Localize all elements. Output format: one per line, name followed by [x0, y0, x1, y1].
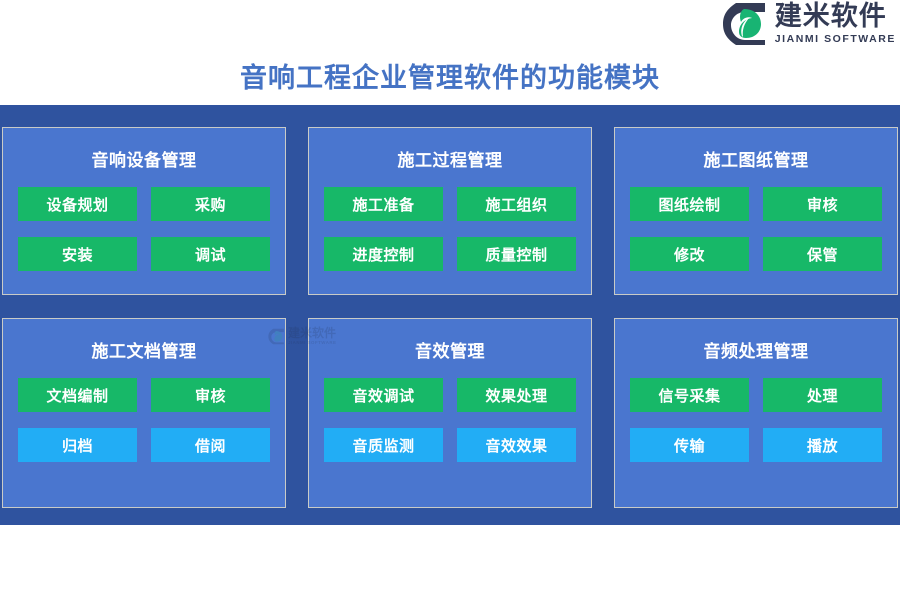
modules-grid: 音响设备管理 设备规划 采购 安装 调试 施工过程管理 施工准备 施工组织 进度…: [2, 127, 898, 508]
module-button[interactable]: 传输: [630, 428, 749, 462]
module-card: 音频处理管理 信号采集 处理 传输 播放: [614, 318, 898, 508]
module-button-grid: 信号采集 处理 传输 播放: [630, 378, 882, 462]
module-button-grid: 设备规划 采购 安装 调试: [18, 187, 270, 271]
brand-logo: 建米软件 JIANMI SOFTWARE: [722, 2, 896, 46]
module-button[interactable]: 归档: [18, 428, 137, 462]
module-button[interactable]: 施工准备: [324, 187, 443, 221]
module-button[interactable]: 进度控制: [324, 237, 443, 271]
module-button[interactable]: 质量控制: [457, 237, 576, 271]
module-card: 施工图纸管理 图纸绘制 审核 修改 保管: [614, 127, 898, 295]
module-card-title: 施工文档管理: [91, 342, 197, 362]
module-button[interactable]: 安装: [18, 237, 137, 271]
module-button[interactable]: 修改: [630, 237, 749, 271]
module-card-title: 音响设备管理: [91, 151, 197, 171]
module-button-grid: 文档编制 审核 归档 借阅: [18, 378, 270, 462]
module-button[interactable]: 施工组织: [457, 187, 576, 221]
module-button-grid: 施工准备 施工组织 进度控制 质量控制: [324, 187, 576, 271]
page-header: 建米软件 JIANMI SOFTWARE 音响工程企业管理软件的功能模块: [0, 0, 900, 105]
brand-name-cn: 建米软件: [774, 1, 887, 33]
module-card-title: 施工过程管理: [397, 151, 503, 171]
module-card-title: 音效管理: [415, 342, 485, 362]
module-button[interactable]: 审核: [151, 378, 270, 412]
brand-wordmark: 建米软件 JIANMI SOFTWARE: [775, 3, 896, 45]
module-button[interactable]: 审核: [763, 187, 882, 221]
module-card-title: 施工图纸管理: [703, 151, 809, 171]
module-button[interactable]: 音效调试: [324, 378, 443, 412]
module-button[interactable]: 采购: [151, 187, 270, 221]
module-button[interactable]: 信号采集: [630, 378, 749, 412]
module-button[interactable]: 音效效果: [457, 428, 576, 462]
module-card: 施工文档管理 文档编制 审核 归档 借阅: [2, 318, 286, 508]
module-card: 音响设备管理 设备规划 采购 安装 调试: [2, 127, 286, 295]
jianmi-hexagon-leaf-logo-icon: [722, 3, 765, 45]
module-button[interactable]: 音质监测: [324, 428, 443, 462]
module-button[interactable]: 调试: [151, 237, 270, 271]
module-button[interactable]: 图纸绘制: [630, 187, 749, 221]
module-button[interactable]: 文档编制: [18, 378, 137, 412]
module-card: 施工过程管理 施工准备 施工组织 进度控制 质量控制: [308, 127, 592, 295]
page-title: 音响工程企业管理软件的功能模块: [240, 63, 660, 94]
module-button[interactable]: 播放: [763, 428, 882, 462]
footer-whitespace: [0, 525, 900, 600]
module-button[interactable]: 处理: [763, 378, 882, 412]
module-button[interactable]: 设备规划: [18, 187, 137, 221]
module-button-grid: 图纸绘制 审核 修改 保管: [630, 187, 882, 271]
module-button-grid: 音效调试 效果处理 音质监测 音效效果: [324, 378, 576, 462]
module-button[interactable]: 借阅: [151, 428, 270, 462]
module-card: 音效管理 音效调试 效果处理 音质监测 音效效果: [308, 318, 592, 508]
module-card-title: 音频处理管理: [703, 342, 809, 362]
brand-name-en: JIANMI SOFTWARE: [774, 33, 896, 46]
modules-band: 音响设备管理 设备规划 采购 安装 调试 施工过程管理 施工准备 施工组织 进度…: [0, 105, 900, 525]
module-button[interactable]: 保管: [763, 237, 882, 271]
module-button[interactable]: 效果处理: [457, 378, 576, 412]
